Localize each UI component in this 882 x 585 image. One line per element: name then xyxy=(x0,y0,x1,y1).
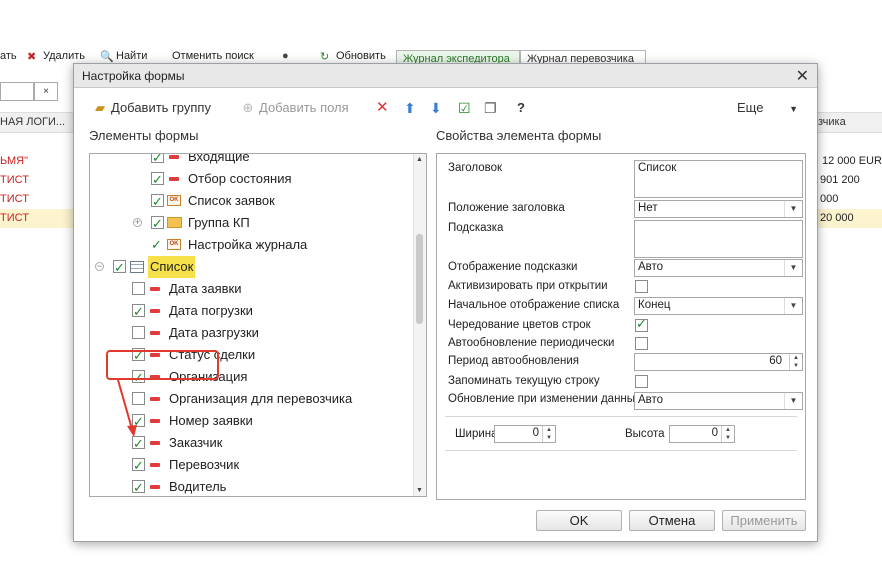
spinner-icon[interactable]: ▲ ▼ xyxy=(721,426,734,442)
row-cell-right: 12 000 EUR xyxy=(822,155,882,167)
cut-label[interactable]: ать xyxy=(0,50,17,62)
column-header-left: НАЯ ЛОГИ... xyxy=(0,116,66,128)
hint-display-label: Отображение подсказки xyxy=(448,261,578,273)
hint-label: Подсказка xyxy=(448,222,504,234)
title-position-label: Положение заголовка xyxy=(448,202,565,214)
more-label: Еще xyxy=(737,100,764,115)
delete-button[interactable]: Удалить xyxy=(43,50,85,62)
folder-add-icon: ▰ xyxy=(95,100,105,115)
dropdown-icon[interactable]: ▼ xyxy=(784,298,802,314)
update-on-change-value: Авто xyxy=(638,394,664,406)
add-group-button[interactable]: ▰ Добавить группу xyxy=(92,98,211,118)
more-button[interactable]: Еще ▼ xyxy=(737,98,798,118)
title-position-value: Нет xyxy=(638,202,658,214)
dropdown-icon[interactable]: ▼ xyxy=(784,260,802,276)
add-group-label: Добавить группу xyxy=(111,100,211,115)
initial-display-select[interactable]: Конец ▼ xyxy=(634,297,803,315)
height-label: Высота xyxy=(625,428,665,440)
delete-icon: ✖ xyxy=(27,51,37,63)
row-cell-right: 000 xyxy=(820,193,839,205)
hint-display-select[interactable]: Авто ▼ xyxy=(634,259,803,277)
add-circle-icon: ⊕ xyxy=(242,100,254,115)
apply-button[interactable]: Применить xyxy=(722,510,806,531)
autorefresh-checkbox[interactable] xyxy=(635,337,648,350)
add-fields-label: Добавить поля xyxy=(259,100,349,115)
form-elements-title: Элементы формы xyxy=(89,128,199,143)
tree-scrollbar[interactable]: ▲ ▼ xyxy=(413,154,426,496)
dialog-title: Настройка формы xyxy=(82,69,185,83)
find-button[interactable]: Найти xyxy=(116,50,147,62)
dropdown-icon[interactable]: ▼ xyxy=(784,201,802,217)
close-icon[interactable]: ✕ xyxy=(796,66,809,86)
form-settings-dialog: Настройка формы ✕ ▰ Добавить группу ⊕ Доба… xyxy=(73,63,818,542)
dialog-toolbar: ▰ Добавить группу ⊕ Добавить поля ✕ ⬆ ⬇ ☑ … xyxy=(74,94,817,120)
filter-clear-icon[interactable]: × xyxy=(34,82,58,101)
update-on-change-select[interactable]: Авто ▼ xyxy=(634,392,803,410)
refresh-period-label: Период автообновления xyxy=(448,355,579,367)
height-value: 0 xyxy=(711,427,718,439)
initial-display-label: Начальное отображение списка xyxy=(448,299,620,311)
scroll-up-icon[interactable]: ▲ xyxy=(416,156,423,163)
alternate-rows-checkbox[interactable] xyxy=(635,316,648,332)
column-header-right: зчика xyxy=(818,116,846,128)
filter-dropdown[interactable] xyxy=(0,82,34,101)
width-label: Ширина xyxy=(455,428,498,440)
width-value: 0 xyxy=(532,427,539,439)
check-all-icon[interactable]: ☑ xyxy=(458,98,471,118)
alternate-rows-label: Чередование цветов строк xyxy=(448,319,591,331)
form-elements-tree[interactable]: Входящие Отбор состояния OK Список заяво… xyxy=(89,153,427,497)
hint-display-value: Авто xyxy=(638,261,664,273)
row-cell-left: ЬМЯ" xyxy=(0,155,28,167)
row-cell-right: 901 200 xyxy=(820,174,860,186)
spinner-icon[interactable]: ▲ ▼ xyxy=(542,426,555,442)
cancel-button[interactable]: Отмена xyxy=(629,510,715,531)
row-cell-left: ТИСТ xyxy=(0,212,29,224)
element-properties-title: Свойства элемента формы xyxy=(436,128,602,143)
height-field[interactable]: 0 ▲ ▼ xyxy=(669,425,735,443)
spinner-icon[interactable]: ▲ ▼ xyxy=(789,354,802,370)
element-properties-panel: Заголовок Список Положение заголовка Нет… xyxy=(436,153,806,500)
row-cell-left: ТИСТ xyxy=(0,193,29,205)
add-fields-button[interactable]: ⊕ Добавить поля xyxy=(240,98,349,118)
initial-display-value: Конец xyxy=(638,299,671,311)
title-field[interactable]: Список xyxy=(634,160,803,198)
row-cell-left: ТИСТ xyxy=(0,174,29,186)
find-icon: 🔍 xyxy=(100,51,114,63)
cancel-search-button[interactable]: Отменить поиск xyxy=(172,50,254,62)
title-position-select[interactable]: Нет ▼ xyxy=(634,200,803,218)
divider xyxy=(445,416,797,417)
dark-circle-icon[interactable]: ● xyxy=(282,50,289,62)
refresh-button[interactable]: Обновить xyxy=(336,50,386,62)
move-down-icon[interactable]: ⬇ xyxy=(430,98,442,118)
scroll-down-icon[interactable]: ▼ xyxy=(416,487,423,494)
update-on-change-label: Обновление при изменении данных xyxy=(448,393,641,405)
ok-button[interactable]: OK xyxy=(536,510,622,531)
copy-icon[interactable]: ❐ xyxy=(484,98,497,118)
refresh-period-value: 60 xyxy=(769,355,782,367)
row-cell-right: 20 000 xyxy=(820,212,854,224)
remember-row-label: Запоминать текущую строку xyxy=(448,375,600,387)
title-label: Заголовок xyxy=(448,162,503,174)
chevron-down-icon: ▼ xyxy=(789,104,798,114)
activate-on-open-checkbox[interactable] xyxy=(635,280,648,293)
delete-icon[interactable]: ✕ xyxy=(376,98,389,118)
help-button[interactable]: ? xyxy=(517,98,525,118)
hint-field[interactable] xyxy=(634,220,803,258)
width-field[interactable]: 0 ▲ ▼ xyxy=(494,425,556,443)
move-up-icon[interactable]: ⬆ xyxy=(404,98,416,118)
dialog-titlebar: Настройка формы ✕ xyxy=(74,64,817,88)
dropdown-icon[interactable]: ▼ xyxy=(784,393,802,409)
autorefresh-label: Автообновление периодически xyxy=(448,337,615,349)
refresh-period-field[interactable]: 60 ▲ ▼ xyxy=(634,353,803,371)
annotation-arrow xyxy=(117,379,137,437)
divider xyxy=(445,450,797,451)
remember-row-checkbox[interactable] xyxy=(635,375,648,388)
scroll-thumb[interactable] xyxy=(416,234,423,324)
refresh-icon: ↻ xyxy=(320,51,330,63)
activate-on-open-label: Активизировать при открытии xyxy=(448,280,608,292)
